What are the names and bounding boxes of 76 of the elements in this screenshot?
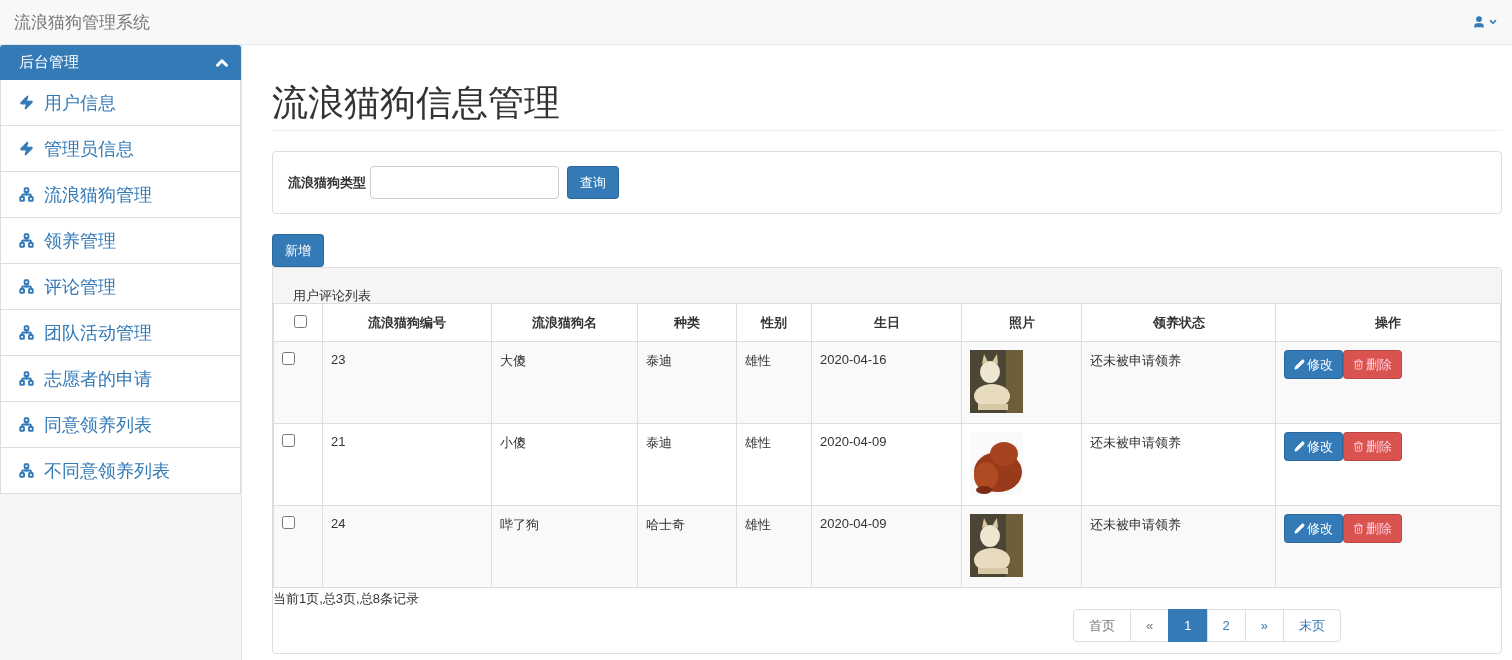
row-checkbox[interactable] xyxy=(282,352,295,365)
sitemap-icon xyxy=(19,371,34,386)
table-cell: 大傻 xyxy=(500,353,526,368)
user-icon xyxy=(1472,15,1486,29)
table-cell: 还未被申请领养 xyxy=(1090,517,1181,532)
delete-button[interactable]: 删除 xyxy=(1343,514,1402,543)
delete-button[interactable]: 删除 xyxy=(1343,432,1402,461)
sidebar-item[interactable]: 管理员信息 xyxy=(0,126,241,172)
table-cell: 24 xyxy=(331,516,346,531)
table-cell: 雄性 xyxy=(745,517,771,532)
trash-icon xyxy=(1353,523,1364,534)
table-cell: 小傻 xyxy=(500,435,526,450)
column-header: 流浪猫狗名 xyxy=(491,303,638,342)
table-cell: 泰迪 xyxy=(646,353,672,368)
edit-button[interactable]: 修改 xyxy=(1284,514,1343,543)
edit-button[interactable]: 修改 xyxy=(1284,350,1343,379)
column-header: 种类 xyxy=(637,303,737,342)
trash-icon xyxy=(1353,359,1364,370)
select-all-checkbox[interactable] xyxy=(293,314,307,328)
delete-button[interactable]: 删除 xyxy=(1343,350,1402,379)
table-cell: 21 xyxy=(331,434,346,449)
row-checkbox[interactable] xyxy=(282,516,295,529)
table-cell: 2020-04-16 xyxy=(820,352,887,367)
sidebar-item[interactable]: 流浪猫狗管理 xyxy=(0,172,241,218)
row-checkbox[interactable] xyxy=(282,434,295,447)
search-button[interactable]: 查询 xyxy=(567,166,619,199)
edit-button[interactable]: 修改 xyxy=(1284,432,1343,461)
table-cell: 23 xyxy=(331,352,346,367)
page-link[interactable]: 末页 xyxy=(1283,609,1341,642)
sitemap-icon xyxy=(19,325,34,340)
field-label: 流浪猫狗类型 xyxy=(288,173,366,192)
table-cell: 还未被申请领养 xyxy=(1090,353,1181,368)
page-link[interactable]: 1 xyxy=(1168,609,1208,642)
add-button[interactable]: 新增 xyxy=(272,234,324,267)
pencil-icon xyxy=(1294,359,1305,370)
pencil-icon xyxy=(1294,441,1305,452)
sidebar-item[interactable]: 领养管理 xyxy=(0,218,241,264)
sidebar-item[interactable]: 团队活动管理 xyxy=(0,310,241,356)
lightning-icon xyxy=(19,95,34,110)
sitemap-icon xyxy=(19,187,34,202)
column-header: 操作 xyxy=(1275,303,1501,342)
table-cell: 2020-04-09 xyxy=(820,516,887,531)
user-menu-button[interactable] xyxy=(1472,15,1498,29)
sidebar-item[interactable]: 同意领养列表 xyxy=(0,402,241,448)
trash-icon xyxy=(1353,441,1364,452)
lightning-icon xyxy=(19,141,34,156)
column-header: 领养状态 xyxy=(1081,303,1276,342)
sidebar-header[interactable]: 后台管理 xyxy=(0,45,241,80)
sidebar-item[interactable]: 评论管理 xyxy=(0,264,241,310)
page-link[interactable]: » xyxy=(1244,609,1284,642)
app-title: 流浪猫狗管理系统 xyxy=(14,11,150,34)
page-title: 流浪猫狗信息管理 xyxy=(272,81,561,125)
table-cell: 雄性 xyxy=(745,435,771,450)
sidebar-item[interactable]: 不同意领养列表 xyxy=(0,448,241,494)
table-caption: 用户评论列表 xyxy=(293,288,371,303)
table-cell: 哈士奇 xyxy=(646,517,685,532)
pencil-icon xyxy=(1294,523,1305,534)
column-header: 流浪猫狗编号 xyxy=(322,303,492,342)
sitemap-icon xyxy=(19,279,34,294)
sitemap-icon xyxy=(19,233,34,248)
table-cell: 雄性 xyxy=(745,353,771,368)
column-header: 生日 xyxy=(811,303,962,342)
sidebar-item[interactable]: 用户信息 xyxy=(0,80,241,126)
sidebar-item[interactable]: 志愿者的申请 xyxy=(0,356,241,402)
input-field[interactable] xyxy=(370,166,559,199)
table-cell: 泰迪 xyxy=(646,435,672,450)
sitemap-icon xyxy=(19,417,34,432)
column-header: 照片 xyxy=(961,303,1082,342)
page-link[interactable]: 2 xyxy=(1206,609,1246,642)
table-cell: 哔了狗 xyxy=(500,517,539,532)
table-cell: 2020-04-09 xyxy=(820,434,887,449)
table-cell: 还未被申请领养 xyxy=(1090,435,1181,450)
column-header: 性别 xyxy=(736,303,812,342)
page-info: 当前1页,总3页,总8条记录 xyxy=(273,590,420,608)
sitemap-icon xyxy=(19,463,34,478)
caret-icon xyxy=(1488,17,1498,27)
